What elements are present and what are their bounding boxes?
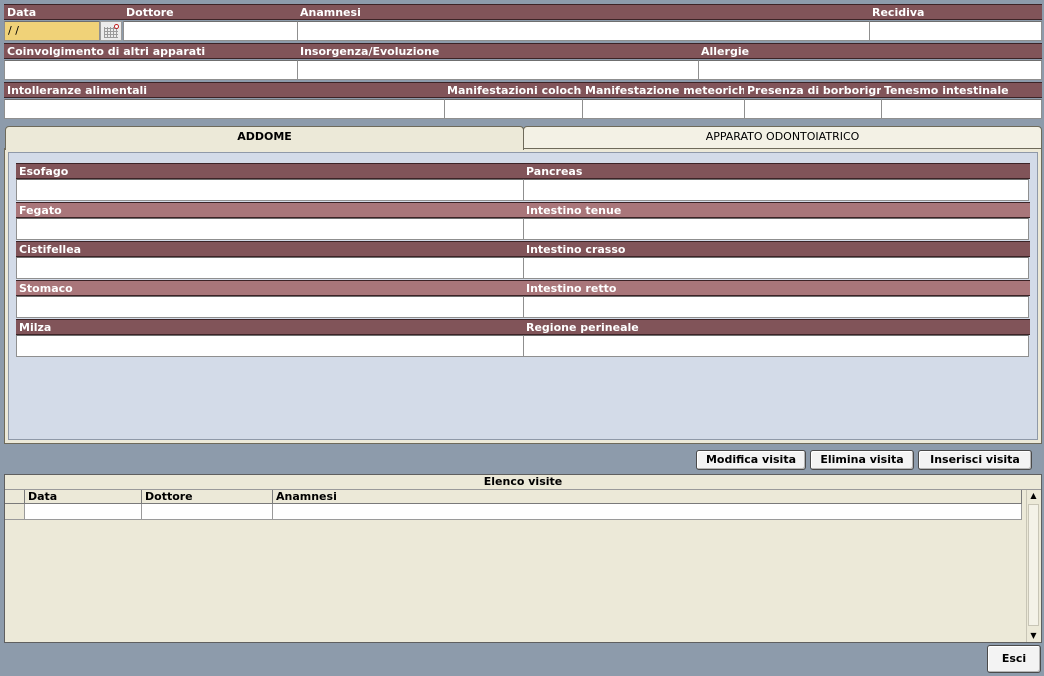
vertical-scrollbar[interactable]: ▲ ▼ <box>1026 490 1040 642</box>
intestino-retto-input[interactable] <box>523 296 1029 318</box>
allergie-input[interactable] <box>698 60 1042 80</box>
milza-input[interactable] <box>16 335 524 357</box>
milza-header: Milza <box>16 319 524 335</box>
insorgenza-input[interactable] <box>297 60 699 80</box>
manif-coloche-input[interactable] <box>444 99 583 119</box>
intestino-crasso-header: Intestino crasso <box>523 241 1030 257</box>
intestino-tenue-input[interactable] <box>523 218 1029 240</box>
column-header-anamnesi[interactable]: Anamnesi <box>273 490 1022 504</box>
tenesmo-input[interactable] <box>881 99 1042 119</box>
manif-coloche-header: Manifestazioni coloche <box>444 82 583 98</box>
inserisci-visita-button[interactable]: Inserisci visita <box>918 450 1032 470</box>
stomaco-header: Stomaco <box>16 280 524 296</box>
fegato-header: Fegato <box>16 202 524 218</box>
table-cell-data[interactable] <box>25 504 142 520</box>
insorgenza-header: Insorgenza/Evoluzione <box>297 43 699 59</box>
intestino-retto-header: Intestino retto <box>523 280 1030 296</box>
column-header-dottore[interactable]: Dottore <box>142 490 273 504</box>
table-cell-anamnesi[interactable] <box>273 504 1022 520</box>
intolleranze-input[interactable] <box>4 99 445 119</box>
regione-perineale-header: Regione perineale <box>523 319 1030 335</box>
cistifellea-input[interactable] <box>16 257 524 279</box>
calendar-button[interactable] <box>100 21 122 41</box>
row-selector[interactable] <box>5 504 25 520</box>
stomaco-input[interactable] <box>16 296 524 318</box>
arrow-down-icon[interactable]: ▼ <box>1027 630 1040 642</box>
manif-meteoriche-header: Manifestazione meteoriche <box>582 82 745 98</box>
esci-button[interactable]: Esci <box>987 645 1041 673</box>
data-header: Data <box>4 4 124 20</box>
pancreas-header: Pancreas <box>523 163 1030 179</box>
tab-addome[interactable]: ADDOME <box>5 126 524 150</box>
calendar-marker-icon <box>114 24 119 29</box>
tenesmo-header: Tenesmo intestinale <box>881 82 1042 98</box>
scrollbar-thumb[interactable] <box>1028 504 1039 626</box>
arrow-up-icon[interactable]: ▲ <box>1027 490 1040 502</box>
data-input[interactable]: / / <box>4 21 100 41</box>
intestino-tenue-header: Intestino tenue <box>523 202 1030 218</box>
esofago-header: Esofago <box>16 163 524 179</box>
row-selector-header <box>5 490 25 504</box>
dottore-input[interactable] <box>123 21 298 41</box>
dottore-header: Dottore <box>123 4 298 20</box>
coinvolgimento-header: Coinvolgimento di altri apparati <box>4 43 298 59</box>
allergie-header: Allergie <box>698 43 1042 59</box>
recidiva-header: Recidiva <box>869 4 1042 20</box>
regione-perineale-input[interactable] <box>523 335 1029 357</box>
anamnesi-input[interactable] <box>297 21 870 41</box>
intestino-crasso-input[interactable] <box>523 257 1029 279</box>
tab-apparato-odontoiatrico[interactable]: APPARATO ODONTOIATRICO <box>523 126 1042 148</box>
elenco-visite-grid: Elenco visite Data Dottore Anamnesi ▲ ▼ <box>4 474 1042 643</box>
elenco-visite-title: Elenco visite <box>5 475 1041 490</box>
fegato-input[interactable] <box>16 218 524 240</box>
table-cell-dottore[interactable] <box>142 504 273 520</box>
pancreas-input[interactable] <box>523 179 1029 201</box>
anamnesi-header: Anamnesi <box>297 4 870 20</box>
intolleranze-header: Intolleranze alimentali <box>4 82 445 98</box>
recidiva-input[interactable] <box>869 21 1042 41</box>
cistifellea-header: Cistifellea <box>16 241 524 257</box>
esofago-input[interactable] <box>16 179 524 201</box>
column-header-data[interactable]: Data <box>25 490 142 504</box>
coinvolgimento-input[interactable] <box>4 60 298 80</box>
borborigmi-input[interactable] <box>744 99 882 119</box>
borborigmi-header: Presenza di borborigmi <box>744 82 882 98</box>
addome-panel: Esofago Fegato Cistifellea Stomaco Milza… <box>4 148 1042 444</box>
elimina-visita-button[interactable]: Elimina visita <box>810 450 914 470</box>
manif-meteoriche-input[interactable] <box>582 99 745 119</box>
modifica-visita-button[interactable]: Modifica visita <box>696 450 806 470</box>
addome-panel-inner: Esofago Fegato Cistifellea Stomaco Milza… <box>8 152 1038 440</box>
